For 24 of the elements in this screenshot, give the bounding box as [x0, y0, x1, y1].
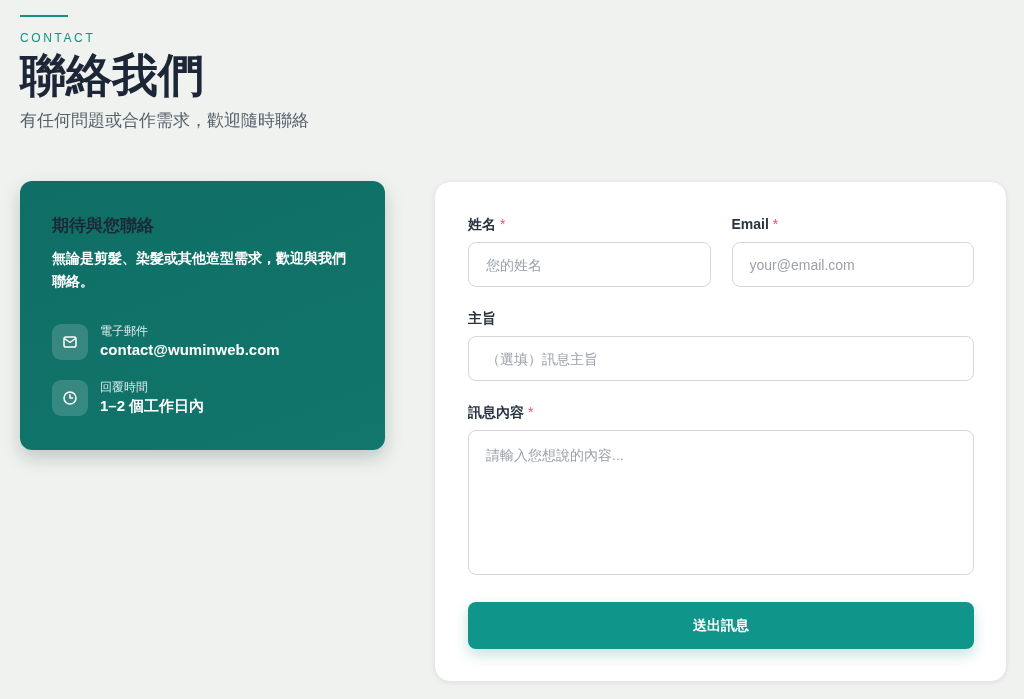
- contact-label: 電子郵件: [100, 323, 148, 339]
- input-field[interactable]: your@email.com: [731, 242, 974, 287]
- contact-value: 1–2 個工作日內: [100, 396, 205, 416]
- required-mark: *: [528, 403, 534, 422]
- page-subtitle: 有任何問題或合作需求，歡迎隨時聯絡: [20, 110, 309, 132]
- input-field[interactable]: 您的姓名: [468, 242, 711, 287]
- message-field[interactable]: 請輸入您想說的內容...: [468, 430, 974, 575]
- contact-label: 回覆時間: [100, 379, 148, 395]
- input-field[interactable]: （選填）訊息主旨: [468, 336, 974, 381]
- field-label: 訊息內容: [468, 403, 524, 422]
- field-label: 姓名: [468, 215, 496, 234]
- card-heading: 期待與您聯絡: [52, 215, 155, 237]
- section-eyebrow: CONTACT: [20, 30, 96, 46]
- field-label: Email: [731, 215, 769, 234]
- card-text: 無論是剪髮、染髮或其他造型需求，歡迎與我們聯絡。: [52, 249, 347, 291]
- mail-icon: [52, 324, 88, 360]
- clock-icon: [52, 380, 88, 416]
- page-title: 聯絡我們: [20, 48, 204, 102]
- contact-value: contact@wuminweb.com: [100, 340, 280, 360]
- accent-line: [20, 15, 68, 17]
- required-mark: *: [772, 215, 779, 234]
- field-label: 主旨: [468, 309, 496, 328]
- required-mark: *: [500, 215, 506, 234]
- submit-button[interactable]: 送出訊息: [468, 602, 974, 649]
